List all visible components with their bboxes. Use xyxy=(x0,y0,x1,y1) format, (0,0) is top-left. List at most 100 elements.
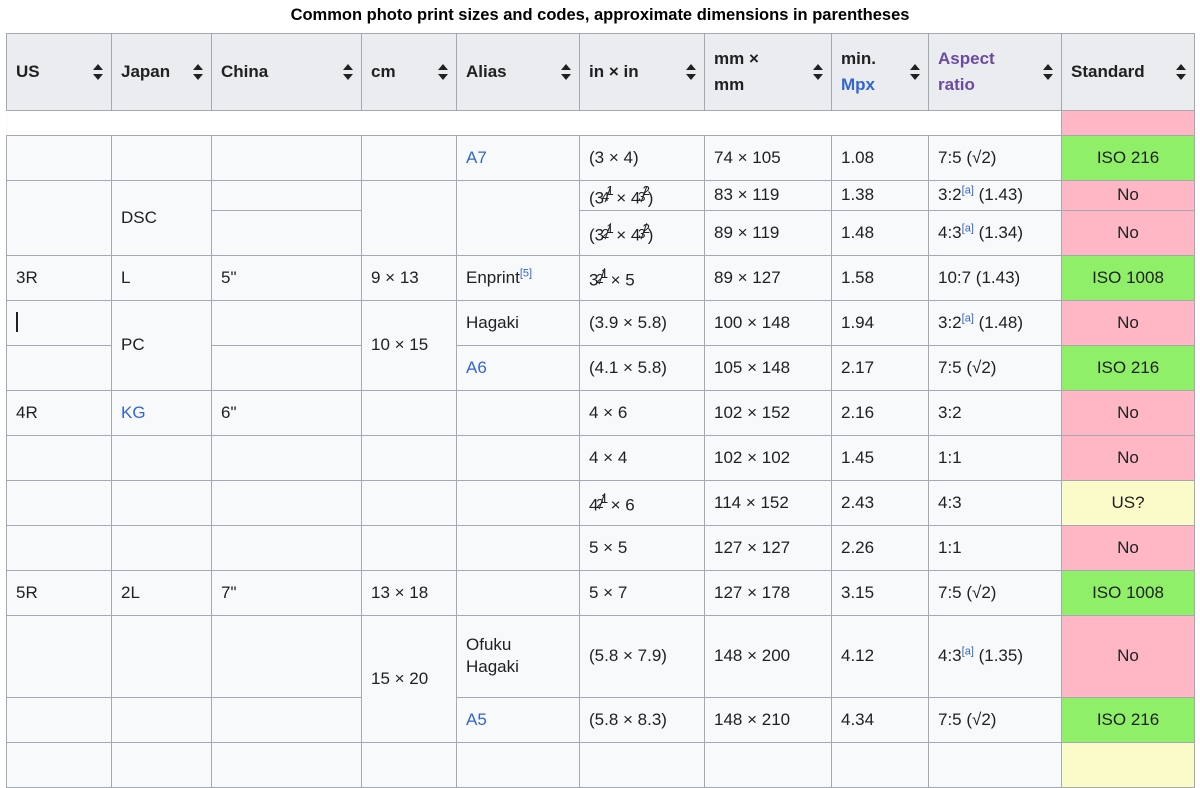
cell-alias[interactable]: Ofuku Hagaki xyxy=(456,614,580,698)
cell-us[interactable]: 4R xyxy=(6,389,112,436)
cell-mm-by-mm[interactable]: 102 × 152 xyxy=(704,389,832,436)
cell-aspect-ratio[interactable]: 4:3[a] (1.34) xyxy=(928,209,1062,256)
column-header-alias[interactable]: Alias xyxy=(456,33,580,111)
alias-link-a7[interactable]: A7 xyxy=(466,148,487,167)
cell-min-mpx[interactable]: 2.16 xyxy=(831,389,929,436)
cell-min-mpx[interactable]: 1.58 xyxy=(831,254,929,301)
cell-aspect-ratio[interactable]: 1:1 xyxy=(928,524,1062,571)
mpx-link[interactable]: Mpx xyxy=(841,75,875,94)
sort-arrow-icon[interactable] xyxy=(438,64,449,80)
cell-us[interactable] xyxy=(6,180,112,256)
cell-japan[interactable] xyxy=(111,434,212,481)
footnote-ref-5[interactable]: [5] xyxy=(520,267,532,279)
cell-in-by-in[interactable]: 4 × 4 xyxy=(579,434,705,481)
cell-china[interactable] xyxy=(211,434,362,481)
cell-in-by-in[interactable]: 412 × 6 xyxy=(579,479,705,526)
cell-min-mpx[interactable]: 1.38 xyxy=(831,180,929,211)
cell-standard[interactable]: ISO 216 xyxy=(1061,135,1195,181)
cell-aspect-ratio[interactable]: 7:5 (√2) xyxy=(928,569,1062,616)
column-header-us[interactable]: US xyxy=(6,33,112,111)
alias-link-a5[interactable]: A5 xyxy=(466,710,487,729)
cell-china[interactable] xyxy=(211,524,362,571)
aspect-ratio-link-line2[interactable]: ratio xyxy=(938,75,975,94)
cell-aspect-ratio[interactable]: 4:3 xyxy=(928,479,1062,526)
cell-china[interactable] xyxy=(211,479,362,526)
column-header-mm-by-mm[interactable]: mm × mm xyxy=(704,33,832,111)
cell-china[interactable] xyxy=(211,741,362,788)
cell-min-mpx[interactable]: 2.17 xyxy=(831,344,929,391)
sort-arrow-icon[interactable] xyxy=(343,64,354,80)
cell-min-mpx[interactable]: 1.08 xyxy=(831,135,929,181)
cell-cm[interactable]: 15 × 20 xyxy=(361,614,457,743)
cell-us[interactable]: 3R xyxy=(6,254,112,301)
cell-min-mpx[interactable] xyxy=(831,741,929,788)
cell-alias[interactable]: A5 xyxy=(456,696,580,743)
cell-min-mpx[interactable]: 2.43 xyxy=(831,479,929,526)
footnote-ref-a[interactable]: [a] xyxy=(962,185,974,197)
cell-standard[interactable]: ISO 216 xyxy=(1061,344,1195,391)
cell-standard[interactable]: No xyxy=(1061,389,1195,436)
cell-mm-by-mm[interactable]: 89 × 127 xyxy=(704,254,832,301)
cell-us[interactable] xyxy=(6,696,112,743)
cell-china[interactable] xyxy=(211,696,362,743)
cell-aspect-ratio[interactable]: 1:1 xyxy=(928,434,1062,481)
sort-arrow-icon[interactable] xyxy=(910,64,921,80)
cell-mm-by-mm[interactable]: 148 × 200 xyxy=(704,614,832,698)
cell-japan[interactable] xyxy=(111,741,212,788)
cell-china[interactable]: 6" xyxy=(211,389,362,436)
cell-japan[interactable]: KG xyxy=(111,389,212,436)
cell-alias[interactable] xyxy=(456,741,580,788)
cell-in-by-in[interactable]: (5.8 × 8.3) xyxy=(579,696,705,743)
column-header-in-by-in[interactable]: in × in xyxy=(579,33,705,111)
alias-link-a6[interactable]: A6 xyxy=(466,358,487,377)
cell-min-mpx[interactable]: 4.34 xyxy=(831,696,929,743)
aspect-ratio-link-line1[interactable]: Aspect xyxy=(938,49,995,68)
cell-japan[interactable] xyxy=(111,479,212,526)
cell-mm-by-mm[interactable]: 102 × 102 xyxy=(704,434,832,481)
sort-arrow-icon[interactable] xyxy=(193,64,204,80)
cell-japan[interactable] xyxy=(111,524,212,571)
cell-standard[interactable]: No xyxy=(1061,614,1195,698)
cell-alias[interactable] xyxy=(456,479,580,526)
cell-cm[interactable] xyxy=(361,180,457,256)
cell-us[interactable] xyxy=(6,614,112,698)
cell-us[interactable] xyxy=(6,524,112,571)
cell-aspect-ratio[interactable]: 10:7 (1.43) xyxy=(928,254,1062,301)
cell-cm[interactable] xyxy=(361,741,457,788)
cell-alias[interactable] xyxy=(456,389,580,436)
cell-aspect-ratio[interactable]: 3:2[a] (1.43) xyxy=(928,180,1062,211)
cell-cm[interactable]: 9 × 13 xyxy=(361,254,457,301)
cell-mm-by-mm[interactable]: 127 × 178 xyxy=(704,569,832,616)
cell-min-mpx[interactable]: 1.48 xyxy=(831,209,929,256)
cell-cm[interactable] xyxy=(361,524,457,571)
cell-standard[interactable]: No xyxy=(1061,180,1195,211)
column-header-standard[interactable]: Standard xyxy=(1061,33,1195,111)
cell-standard[interactable]: No xyxy=(1061,524,1195,571)
cell-alias[interactable] xyxy=(456,434,580,481)
cell-mm-by-mm[interactable]: 74 × 105 xyxy=(704,135,832,181)
cell-us[interactable] xyxy=(6,434,112,481)
cell-china[interactable] xyxy=(211,614,362,698)
cell-mm-by-mm[interactable]: 89 × 119 xyxy=(704,209,832,256)
cell-in-by-in[interactable]: 5 × 7 xyxy=(579,569,705,616)
cell-in-by-in[interactable]: (3.9 × 5.8) xyxy=(579,299,705,346)
cell-in-by-in[interactable]: (3 1 2 × 4 2 3) xyxy=(579,209,705,256)
cell-in-by-in[interactable] xyxy=(579,741,705,788)
cell-standard[interactable]: No xyxy=(1061,299,1195,346)
cell-min-mpx[interactable]: 2.26 xyxy=(831,524,929,571)
cell-cm[interactable]: 13 × 18 xyxy=(361,569,457,616)
cell-japan[interactable]: L xyxy=(111,254,212,301)
cell-japan[interactable] xyxy=(111,696,212,743)
cell-in-by-in[interactable]: 312 × 5 xyxy=(579,254,705,301)
cell-china[interactable] xyxy=(211,209,362,256)
cell-mm-by-mm[interactable] xyxy=(704,741,832,788)
cell-cm[interactable]: 10 × 15 xyxy=(361,299,457,391)
column-header-japan[interactable]: Japan xyxy=(111,33,212,111)
footnote-ref-a[interactable]: [a] xyxy=(962,222,974,234)
cell-us-editing[interactable] xyxy=(6,299,112,346)
cell-in-by-in[interactable]: 5 × 5 xyxy=(579,524,705,571)
cell-china[interactable]: 5" xyxy=(211,254,362,301)
cell-us[interactable] xyxy=(6,135,112,181)
sort-arrow-icon[interactable] xyxy=(813,64,824,80)
cell-mm-by-mm[interactable]: 100 × 148 xyxy=(704,299,832,346)
